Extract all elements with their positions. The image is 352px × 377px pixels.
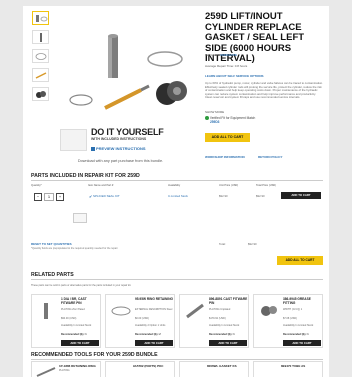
product-description: Up to 60% of hydraulic pump, motor, cyli…	[205, 81, 323, 100]
col-item: Item Name and Part #	[88, 184, 114, 187]
thumbnail-5[interactable]	[32, 87, 49, 101]
quantity-stepper[interactable]: − 1 +	[34, 193, 68, 201]
decrease-button[interactable]: −	[34, 193, 42, 201]
document-icon	[91, 146, 95, 151]
col-total-price: Total Price (USD)	[256, 184, 277, 187]
card-name[interactable]: 8E9470 TUBE AS	[281, 364, 305, 368]
repair-time: Average Repair Time: 0.8 hours	[205, 64, 248, 68]
related-card-4: 386-9945 GREASE FITTING WIDTH (C/4 Q) 1 …	[253, 294, 323, 348]
skill-level: Skill Level: MODERATE	[205, 53, 238, 57]
grease-fitting-image	[261, 306, 277, 316]
related-parts-title: RELATED PARTS	[31, 272, 74, 278]
divider	[31, 359, 323, 360]
increase-button[interactable]: +	[56, 193, 64, 201]
fitment-model: 259D3	[210, 120, 220, 125]
checkmark-icon: ✔	[89, 194, 93, 199]
total-value: $92.90	[248, 242, 257, 246]
diy-title: DO IT YOURSELF	[91, 127, 164, 137]
quantity-input[interactable]: 1	[44, 193, 54, 201]
product-main-image	[63, 26, 198, 121]
ring-image	[111, 306, 131, 316]
related-card-2: 95.95W RING RETAINING EXTERNAL DESCRIPTI…	[105, 294, 175, 348]
table-row: − 1 + ✔ SPLICED SEAL KIT In Limited Stoc…	[31, 191, 323, 206]
workshop-information-link[interactable]: WORKSHOP INFORMATION	[205, 155, 245, 159]
card-name[interactable]: 8006WL GASKET KS	[207, 364, 237, 368]
col-unit-price: Unit Price (USD)	[219, 184, 239, 187]
instructions-thumbnail	[60, 129, 87, 151]
tool-card-2: 9A5782 (PARTS) PKC	[105, 361, 175, 377]
diy-subtitle: WITH INCLUDED INSTRUCTIONS	[91, 137, 147, 141]
show-more-link[interactable]: SHOW MORE	[205, 110, 224, 114]
related-parts-note: These parts can be sold in parts or alte…	[31, 284, 132, 287]
add-to-cart-button[interactable]: ADD TO CART	[281, 192, 321, 199]
total-label: Total:	[219, 242, 226, 246]
add-to-cart-button[interactable]: ADD TO CART	[61, 340, 99, 346]
availability: In Limited Stock	[168, 194, 188, 198]
tool-card-3: 8006WL GASKET KS	[179, 361, 249, 377]
download-note: Download with any part purchase from thi…	[77, 159, 164, 163]
divider	[31, 180, 323, 181]
unit-price: $92.90	[219, 194, 228, 198]
reset-quantities-link[interactable]: RESET TO SET QUANTITIES	[31, 242, 72, 246]
learn-self-service-link[interactable]: LEARN ABOUT SELF SERVICE OPTIONS	[205, 74, 264, 78]
thumbnail-1[interactable]	[32, 11, 49, 25]
product-page: DO IT YOURSELF WITH INCLUDED INSTRUCTION…	[23, 6, 329, 377]
pin-image	[44, 303, 48, 319]
add-to-cart-button[interactable]: ADD TO CART	[283, 340, 321, 346]
tool-image	[36, 367, 56, 377]
thumbnail-4[interactable]	[32, 68, 49, 82]
recommended-tools-title: RECOMMENDED TOOLS FOR YOUR 259D BUNDLE	[31, 352, 158, 358]
total-price: $92.90	[256, 194, 265, 198]
card-name[interactable]: 386-9945 GREASE FITTING	[283, 297, 323, 306]
card-name[interactable]: 896-8891 CAST FITWARE PIN	[209, 297, 249, 306]
card-name[interactable]: 95.95W RING RETAINING	[135, 297, 175, 302]
parts-section-title: PARTS INCLUDED IN REPAIR KIT FOR 259D	[31, 173, 140, 179]
thumbnail-2[interactable]	[32, 30, 49, 44]
skill-level-value: MODERATE	[220, 53, 238, 57]
pin-image	[186, 303, 204, 319]
add-to-cart-button[interactable]: ADD TO CART	[135, 340, 173, 346]
thumbnail-3[interactable]	[32, 49, 49, 63]
diy-banner: DO IT YOURSELF WITH INCLUDED INSTRUCTION…	[48, 126, 183, 166]
add-all-to-cart-button[interactable]: ADD ALL TO CART	[205, 133, 250, 142]
related-card-3: 896-8891 CAST FITWARE PIN PLATING Unplat…	[179, 294, 249, 348]
quantity-footnote: *Quantity fields are prepopulated to the…	[31, 247, 119, 250]
preview-instructions-link[interactable]: PREVIEW INSTRUCTIONS	[91, 146, 146, 151]
tool-card-1: 1P-1886 RETAINING RING PLATING	[31, 361, 101, 377]
add-to-cart-button[interactable]: ADD TO CART	[209, 340, 247, 346]
col-quantity: Quantity*	[31, 184, 42, 187]
card-name[interactable]: 1 DIA / BR, CAST FITWARE PIN	[61, 297, 101, 306]
part-name[interactable]: SPLICED SEAL KIT	[93, 194, 120, 198]
add-all-to-cart-bottom-button[interactable]: ADD ALL TO CART	[277, 256, 323, 265]
fitment-info: Verified Fit for Equipment Match 259D3	[205, 116, 255, 124]
related-card-1: 1 DIA / BR, CAST FITWARE PIN PLATING Zin…	[31, 294, 101, 348]
image-thumbnails	[32, 11, 49, 106]
card-name[interactable]: 1P-1886 RETAINING RING	[59, 364, 96, 368]
check-icon	[205, 116, 209, 121]
tool-card-4: 8E9470 TUBE AS	[253, 361, 323, 377]
divider	[31, 279, 323, 280]
part-image-placeholder	[73, 213, 87, 223]
return-policy-link[interactable]: RETURN POLICY	[258, 155, 283, 159]
col-availability: Availability	[168, 184, 181, 187]
card-name[interactable]: 9A5782 (PARTS) PKC	[133, 364, 163, 368]
